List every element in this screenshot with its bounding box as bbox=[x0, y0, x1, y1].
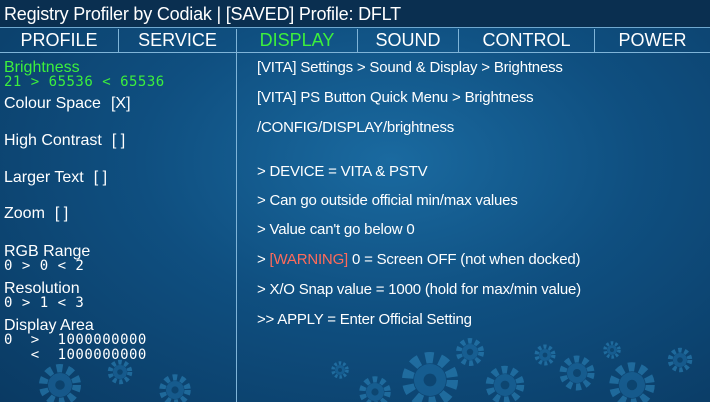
setting-value: 0 > 0 < 2 bbox=[4, 258, 85, 274]
setting-checkbox[interactable]: [ ] bbox=[55, 205, 68, 222]
tab-service[interactable]: SERVICE bbox=[119, 29, 237, 52]
tab-display[interactable]: DISPLAY bbox=[237, 29, 358, 52]
setting-value-max: < 1000000000 bbox=[4, 347, 147, 363]
panel-divider bbox=[236, 53, 237, 402]
setting-zoom[interactable]: Zoom [ ] bbox=[4, 204, 68, 224]
setting-label: Brightness bbox=[4, 59, 80, 76]
menu-path-settings: [VITA] Settings > Sound & Display > Brig… bbox=[257, 59, 563, 76]
tab-control[interactable]: CONTROL bbox=[459, 29, 595, 52]
setting-label: Resolution bbox=[4, 280, 80, 297]
setting-rgb-range[interactable]: RGB Range 0 > 0 < 2 bbox=[4, 244, 90, 274]
setting-resolution[interactable]: Resolution 0 > 1 < 3 bbox=[4, 281, 84, 311]
warning-line: > [WARNING] 0 = Screen OFF (not when doc… bbox=[257, 251, 580, 268]
warning-prefix: > bbox=[257, 251, 270, 268]
setting-label: Colour Space bbox=[4, 95, 101, 112]
tab-bar: PROFILE SERVICE DISPLAY SOUND CONTROL PO… bbox=[0, 29, 710, 53]
snap-info: > X/O Snap value = 1000 (hold for max/mi… bbox=[257, 281, 581, 298]
setting-value: 0 > 1000000000 bbox=[4, 332, 147, 348]
setting-value: 0 > 1 < 3 bbox=[4, 295, 85, 311]
tab-profile[interactable]: PROFILE bbox=[0, 29, 119, 52]
registry-path: /CONFIG/DISPLAY/brightness bbox=[257, 119, 455, 136]
warning-text: 0 = Screen OFF (not when docked) bbox=[348, 251, 581, 268]
note-minmax: > Can go outside official min/max values bbox=[257, 192, 518, 209]
tab-power[interactable]: POWER bbox=[595, 29, 710, 52]
setting-larger-text[interactable]: Larger Text [ ] bbox=[4, 168, 107, 188]
setting-label: Zoom bbox=[4, 205, 45, 222]
setting-checkbox[interactable]: [X] bbox=[111, 95, 131, 112]
setting-high-contrast[interactable]: High Contrast [ ] bbox=[4, 131, 125, 151]
setting-colour-space[interactable]: Colour Space [X] bbox=[4, 94, 131, 114]
note-min-value: > Value can't go below 0 bbox=[257, 221, 415, 238]
setting-label: Display Area bbox=[4, 317, 94, 334]
menu-path-quick-menu: [VITA] PS Button Quick Menu > Brightness bbox=[257, 89, 534, 106]
setting-label: High Contrast bbox=[4, 132, 102, 149]
setting-checkbox[interactable]: [ ] bbox=[94, 169, 107, 186]
apply-info: >> APPLY = Enter Official Setting bbox=[257, 311, 472, 328]
setting-label: Larger Text bbox=[4, 169, 84, 186]
app-title: Registry Profiler by Codiak | [SAVED] Pr… bbox=[0, 0, 710, 28]
setting-value: 21 > 65536 < 65536 bbox=[4, 74, 165, 90]
device-info: > DEVICE = VITA & PSTV bbox=[257, 163, 428, 180]
setting-label: RGB Range bbox=[4, 243, 91, 260]
tab-sound[interactable]: SOUND bbox=[358, 29, 459, 52]
setting-display-area[interactable]: Display Area 0 > 1000000000 < 1000000000 bbox=[4, 318, 147, 363]
setting-checkbox[interactable]: [ ] bbox=[112, 132, 125, 149]
warning-tag: [WARNING] bbox=[269, 251, 349, 268]
setting-brightness[interactable]: Brightness 21 > 65536 < 65536 bbox=[4, 60, 165, 90]
